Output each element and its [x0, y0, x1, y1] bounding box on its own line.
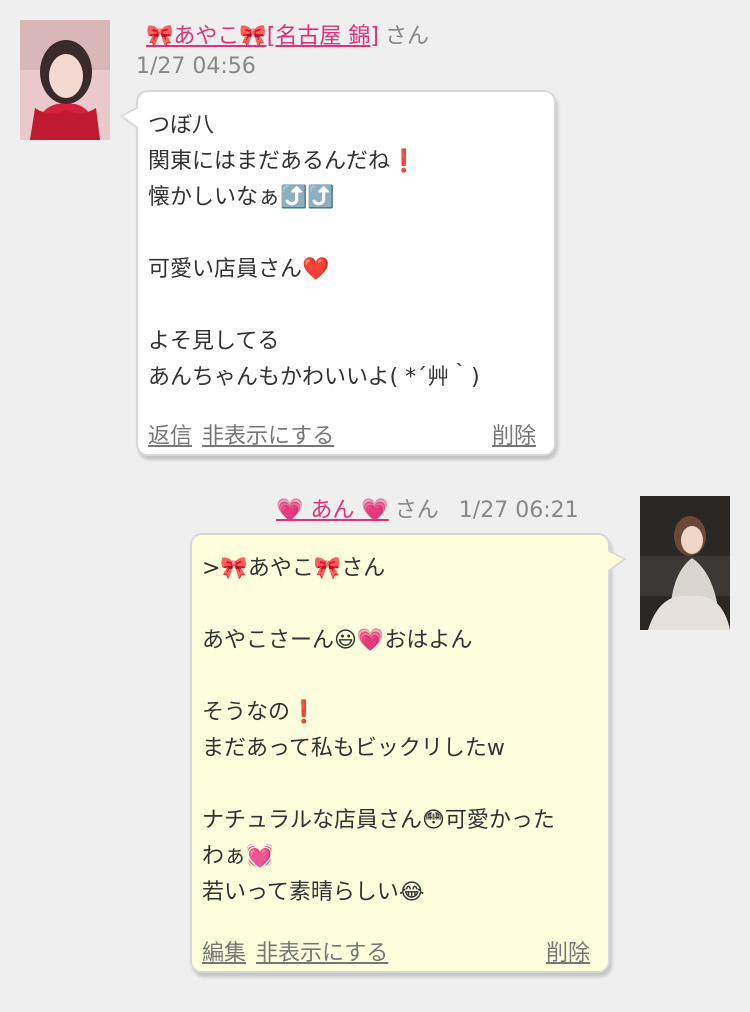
delete-link[interactable]: 削除 [492, 418, 536, 450]
timestamp: 1/27 06:21 [458, 498, 579, 523]
sender-line-2: 💗 あん 💗 さん 1/27 06:21 [276, 496, 579, 526]
avatar-ayako[interactable] [20, 20, 110, 140]
message-body: つぼ八 関東にはまだあるんだね❗ 懐かしいなぁ⤴️⤴️ 可愛い店員さん❤️ よそ… [148, 113, 480, 390]
avatar-photo [20, 20, 110, 140]
sender-name-link[interactable]: 🎀あやこ🎀[名古屋 錦] [146, 24, 379, 49]
avatar-an[interactable] [640, 496, 730, 630]
message-actions: 返信 非表示にする 削除 [148, 418, 536, 450]
message-body: >🎀あやこ🎀さん あやこさーん😃💗おはよん そうなの❗ まだあって私もビックリし… [202, 556, 555, 905]
hide-link[interactable]: 非表示にする [256, 941, 388, 966]
sender-name-link[interactable]: 💗 あん 💗 [276, 498, 389, 523]
timestamp: 1/27 04:56 [136, 54, 256, 79]
honorific: さん [384, 24, 429, 49]
reply-link[interactable]: 返信 [148, 424, 192, 449]
message-bubble-outgoing: >🎀あやこ🎀さん あやこさーん😃💗おはよん そうなの❗ まだあって私もビックリし… [190, 533, 626, 973]
edit-link[interactable]: 編集 [202, 941, 246, 966]
sender-line-1: 🎀あやこ🎀[名古屋 錦] さん [146, 22, 429, 52]
bubble-tail [607, 549, 626, 573]
message-actions: 編集 非表示にする 削除 [202, 935, 590, 967]
avatar-photo [640, 496, 730, 630]
delete-link[interactable]: 削除 [546, 935, 590, 967]
honorific: さん [394, 498, 439, 523]
bubble-tail [120, 106, 139, 130]
message-bubble-incoming: つぼ八 関東にはまだあるんだね❗ 懐かしいなぁ⤴️⤴️ 可愛い店員さん❤️ よそ… [120, 90, 556, 456]
hide-link[interactable]: 非表示にする [202, 424, 334, 449]
